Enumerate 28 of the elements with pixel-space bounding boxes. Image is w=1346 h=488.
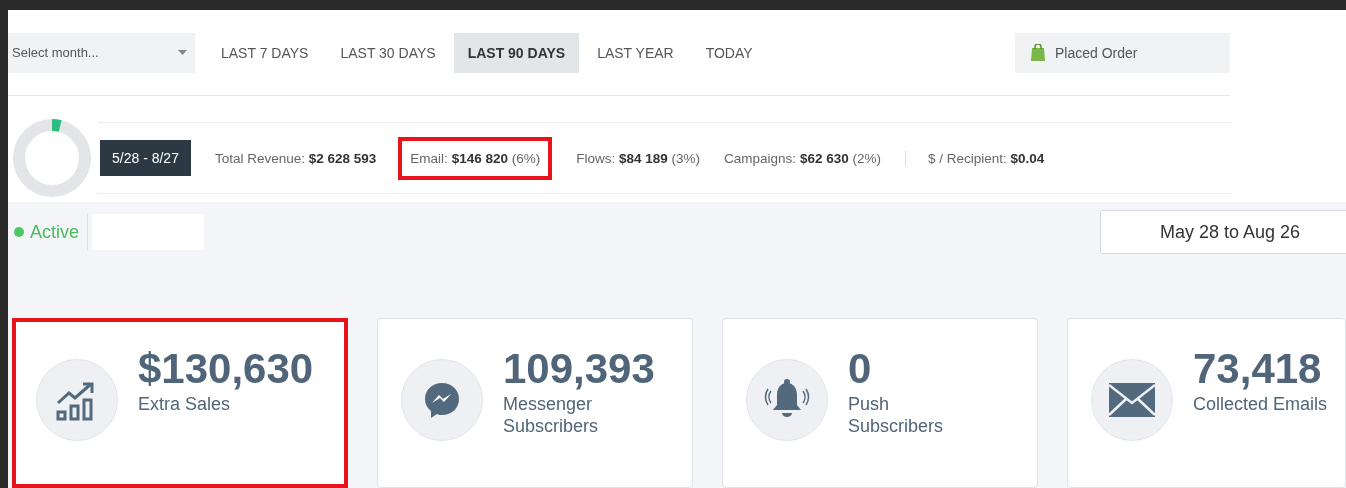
metric-value: $130,630 <box>138 345 314 393</box>
metric-value: 109,393 <box>503 345 655 393</box>
metric-label: Collected Emails <box>1193 393 1329 415</box>
period-tab[interactable]: LAST 7 DAYS <box>207 32 323 73</box>
period-tab[interactable]: LAST 30 DAYS <box>326 32 450 73</box>
revenue-stat: Campaigns: $62 630 (2%) <box>724 150 881 166</box>
chat-bubble-icon <box>422 380 462 420</box>
date-badge: 5/28 - 8/27 <box>100 140 191 176</box>
revenue-stat: Email: $146 820 (6%) <box>398 136 553 180</box>
month-select[interactable]: Select month... <box>8 32 195 73</box>
metric-value: 73,418 <box>1193 345 1323 393</box>
status-dot-icon <box>14 227 24 237</box>
caret-icon <box>178 50 187 55</box>
event-select[interactable]: Placed Order <box>1015 32 1230 73</box>
date-range-button[interactable]: May 28 to Aug 26 <box>1100 210 1346 254</box>
revenue-stat: Total Revenue: $2 628 593 <box>214 150 377 166</box>
shopping-bag-icon <box>1031 44 1045 61</box>
revenue-stat: $ / Recipient: $0.04 <box>904 150 1045 166</box>
envelope-icon <box>1109 383 1155 417</box>
metric-label: Extra Sales <box>138 393 232 415</box>
period-tab[interactable]: LAST YEAR <box>583 32 688 73</box>
revenue-stat: Flows: $84 189 (3%) <box>576 150 701 166</box>
status-label: Active <box>8 214 89 250</box>
metric-label: Push Subscribers <box>848 393 945 437</box>
metric-value: 0 <box>848 345 873 393</box>
period-tab[interactable]: TODAY <box>691 32 767 73</box>
period-tab[interactable]: LAST 90 DAYS <box>453 32 580 73</box>
metric-label: Messenger Subscribers <box>503 393 600 437</box>
